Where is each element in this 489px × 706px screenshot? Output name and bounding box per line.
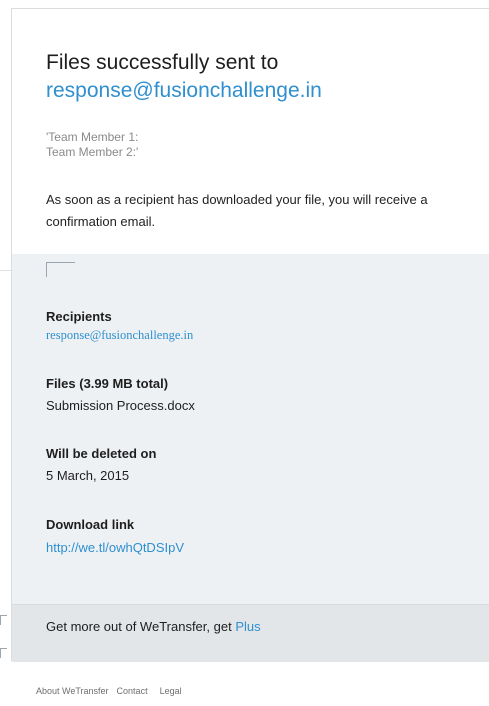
download-link-label: Download link — [46, 517, 135, 532]
recipient-email-title[interactable]: response@fusionchallenge.in — [46, 79, 322, 103]
download-link[interactable]: http://we.tl/owhQtDSIpV — [46, 540, 184, 555]
promo-text: Get more out of WeTransfer, get Plus — [46, 619, 261, 634]
confirmation-header: Files successfully sent to response@fusi… — [12, 9, 489, 254]
page-title: Files successfully sent to — [46, 51, 279, 74]
left-edge-fragment — [0, 270, 11, 291]
footer-links: About WeTransfer Contact Legal — [36, 686, 194, 696]
transfer-confirmation-card: Files successfully sent to response@fusi… — [11, 8, 489, 662]
corner-mark-left-1 — [0, 615, 7, 625]
recipients-label: Recipients — [46, 309, 112, 324]
plus-link[interactable]: Plus — [235, 619, 260, 634]
promo-bar: Get more out of WeTransfer, get Plus — [12, 604, 489, 662]
message-line-1: 'Team Member 1: — [46, 130, 139, 144]
about-link[interactable]: About WeTransfer — [36, 686, 109, 696]
legal-link[interactable]: Legal — [160, 686, 182, 696]
corner-mark-left-2 — [0, 648, 7, 658]
corner-mark — [46, 262, 75, 277]
deleted-label: Will be deleted on — [46, 446, 157, 461]
recipients-value[interactable]: response@fusionchallenge.in — [46, 328, 193, 343]
deleted-value: 5 March, 2015 — [46, 468, 130, 483]
transfer-message: 'Team Member 1: Team Member 2:' — [46, 130, 138, 160]
files-label: Files (3.99 MB total) — [46, 376, 169, 391]
files-value: Submission Process.docx — [46, 398, 195, 413]
confirmation-note: As soon as a recipient has downloaded yo… — [46, 192, 428, 229]
promo-copy: Get more out of WeTransfer, get — [46, 619, 236, 634]
contact-link[interactable]: Contact — [117, 686, 148, 696]
message-line-2: Team Member 2:' — [46, 145, 139, 159]
